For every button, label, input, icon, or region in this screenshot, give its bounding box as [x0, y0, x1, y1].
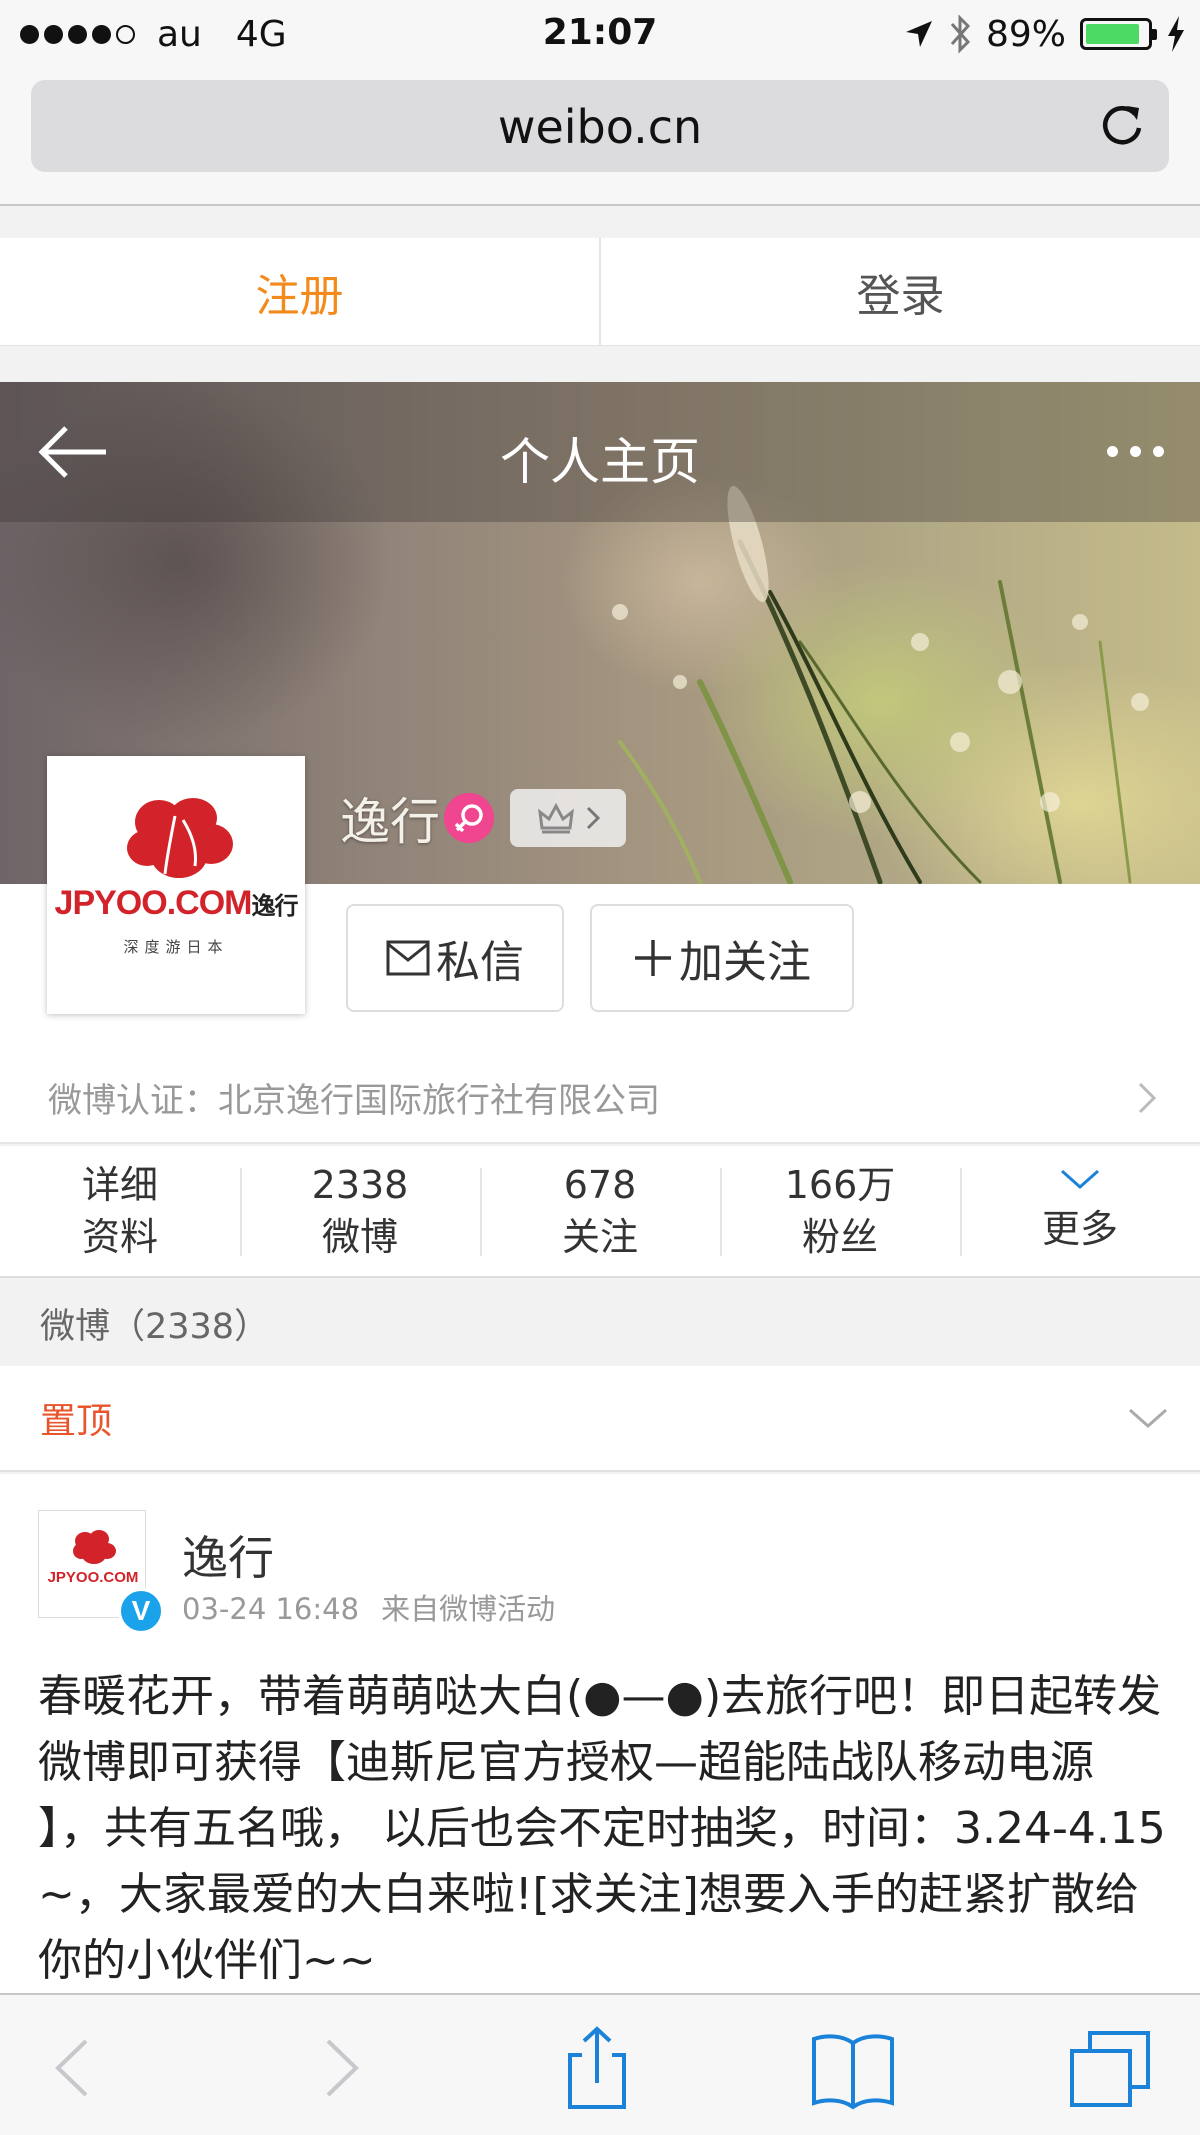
- register-button[interactable]: 注册: [0, 238, 601, 345]
- post-source: 来自微博活动: [381, 1592, 556, 1626]
- chevron-down-icon: [1129, 1408, 1167, 1429]
- cover-nav-bar: 个人主页: [0, 382, 1200, 522]
- battery-fill: [1086, 24, 1140, 44]
- avatar-tagline: 深度游日本: [123, 938, 229, 956]
- stat-weibo[interactable]: 2338 微博: [240, 1146, 480, 1276]
- stat-following-count: 678: [563, 1163, 637, 1207]
- status-bar: au 4G 21:07 89%: [0, 0, 1200, 68]
- follow-button[interactable]: 加关注: [590, 904, 854, 1012]
- login-button[interactable]: 登录: [601, 238, 1200, 345]
- reload-icon[interactable]: [1097, 100, 1147, 150]
- vip-badge[interactable]: [510, 789, 626, 847]
- back-icon[interactable]: [28, 2025, 118, 2111]
- forward-icon[interactable]: [296, 2025, 386, 2111]
- pinned-row[interactable]: 置顶: [0, 1366, 1200, 1472]
- auth-bar: 注册 登录: [0, 238, 1200, 346]
- verification-text: 微博认证：北京逸行国际旅行社有限公司: [48, 1080, 660, 1121]
- mail-icon: [386, 940, 430, 976]
- stat-top: 详细: [81, 1163, 158, 1207]
- stat-weibo-count: 2338: [311, 1163, 409, 1207]
- charging-bolt-icon: [1168, 16, 1184, 52]
- post-avatar-brand: JPYOO.COM: [47, 1569, 139, 1586]
- profile-name-row: 逸行: [340, 782, 626, 854]
- share-icon[interactable]: [552, 2025, 642, 2111]
- pinned-label: 置顶: [40, 1401, 113, 1442]
- stat-details[interactable]: 详细 资料: [0, 1146, 240, 1276]
- female-icon: [444, 793, 494, 843]
- safari-bottom-toolbar: [0, 1993, 1200, 2135]
- stat-bottom: 粉丝: [801, 1215, 878, 1259]
- bluetooth-icon: [950, 14, 971, 54]
- page-title: 个人主页: [500, 433, 700, 491]
- follow-label: 加关注: [679, 937, 811, 988]
- post-author[interactable]: 逸行: [182, 1522, 274, 1588]
- stat-bottom: 资料: [81, 1215, 158, 1259]
- post-meta: 03-24 16:48 来自微博活动: [182, 1586, 555, 1628]
- stat-more[interactable]: 更多: [960, 1146, 1200, 1276]
- chevron-right-icon: [586, 806, 600, 830]
- more-dots-icon[interactable]: [1107, 446, 1164, 457]
- post-text: 春暖花开，带着萌萌哒大白(●—●)去旅行吧！即日起转发微博即可获得【迪斯尼官方授…: [38, 1671, 1166, 1986]
- verified-icon: V: [118, 1588, 164, 1634]
- feed-section-title: 微博（2338）: [0, 1280, 1200, 1366]
- battery-percent: 89%: [985, 13, 1066, 55]
- location-arrow-icon: [905, 21, 932, 47]
- chevron-down-icon: [1061, 1169, 1099, 1190]
- address-bar[interactable]: weibo.cn: [31, 80, 1169, 172]
- plus-icon: [635, 940, 671, 976]
- stat-following[interactable]: 678 关注: [480, 1146, 720, 1276]
- message-button[interactable]: 私信: [346, 904, 564, 1012]
- stat-followers[interactable]: 166万 粉丝: [720, 1146, 960, 1276]
- stat-followers-count: 166万: [784, 1163, 896, 1207]
- stat-bottom: 微博: [321, 1215, 398, 1259]
- avatar-brand: JPYOO.COM: [54, 884, 253, 922]
- bookmarks-icon[interactable]: [808, 2025, 898, 2111]
- stat-bottom: 关注: [561, 1215, 638, 1259]
- battery-icon: [1080, 18, 1157, 50]
- post-time: 03-24 16:48: [182, 1592, 360, 1626]
- chevron-right-icon: [1138, 1082, 1157, 1114]
- feed-post: JPYOO.COM V 逸行 03-24 16:48 来自微博活动 春暖花开，带着…: [0, 1474, 1200, 1994]
- url-text: weibo.cn: [497, 100, 703, 154]
- browser-toolbar: weibo.cn: [0, 68, 1200, 206]
- message-label: 私信: [436, 937, 524, 988]
- stat-bottom: 更多: [1041, 1207, 1118, 1251]
- tabs-icon[interactable]: [1066, 2025, 1156, 2111]
- profile-stats: 详细 资料 2338 微博 678 关注 166万 粉丝 更多: [0, 1146, 1200, 1278]
- profile-name: 逸行: [340, 793, 440, 851]
- avatar-brand-cn: 逸行: [251, 893, 298, 920]
- crown-icon: [538, 802, 574, 834]
- avatar-brand-text: JPYOO.COM逸行: [47, 884, 305, 923]
- status-right: 89%: [904, 12, 1186, 56]
- verification-row[interactable]: 微博认证：北京逸行国际旅行社有限公司: [0, 1052, 1200, 1144]
- avatar[interactable]: JPYOO.COM逸行 深度游日本: [47, 756, 305, 1014]
